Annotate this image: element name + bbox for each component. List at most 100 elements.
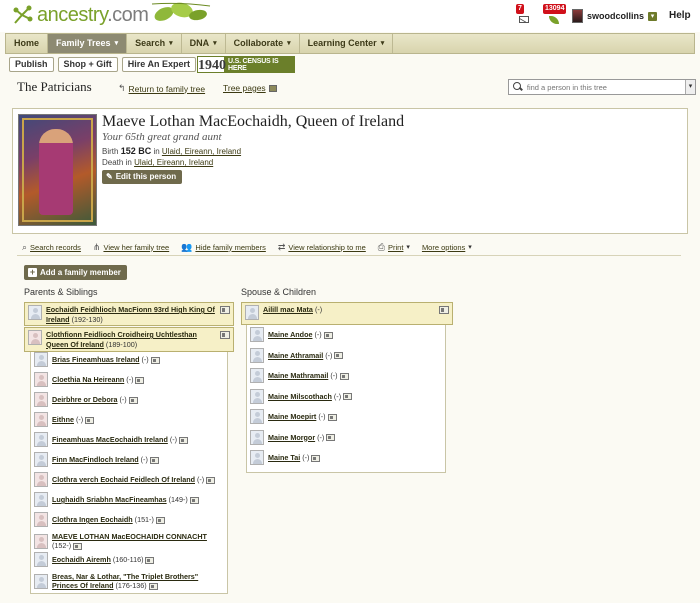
person-name-link[interactable]: MAEVE LOTHAN MacEOCHAIDH CONNACHT [52,532,207,541]
person-name-link[interactable]: Maine Athramail [268,351,323,360]
edit-person-button[interactable]: ✎ Edit this person [102,170,183,184]
person-name-link[interactable]: Fineamhuas MacEochaidh Ireland [52,435,168,444]
list-item[interactable]: Deirbhre or Debora (-) [34,392,224,407]
shop-gift-button[interactable]: Shop + Gift [57,57,118,72]
hire-expert-button[interactable]: Hire An Expert [121,57,196,72]
list-item[interactable]: Fineamhuas MacEochaidh Ireland (-) [34,432,224,447]
nav-item-dna[interactable]: DNA ▾ [182,34,226,53]
person-name-link[interactable]: Maine Tai [268,453,300,462]
action-view-her-family-tree[interactable]: ⋔ View her family tree [93,242,169,253]
action-more-options[interactable]: More options ▾ [422,243,472,252]
list-item[interactable]: Maine Tai (-) [250,450,442,465]
person-name-link[interactable]: Brias Fineamhuas Ireland [52,355,139,364]
hints-button[interactable]: 13094 [543,4,567,24]
person-name-link[interactable]: Cloethia Na Heireann [52,375,124,384]
list-item[interactable]: Maine Mathramail (-) [250,368,442,383]
profile-card-icon[interactable] [311,454,321,462]
list-item[interactable]: Maine Andoe (-) [250,327,442,342]
nav-item-collaborate[interactable]: Collaborate ▾ [226,34,300,53]
birth-place-link[interactable]: Ulaid, Eireann, Ireland [162,147,241,156]
list-item[interactable]: Eochaidh Airemh (160-116) [34,552,224,567]
person-portrait[interactable] [18,114,97,226]
person-name-link[interactable]: Lughaidh Sriabhn MacFineamhas [52,495,167,504]
profile-card-icon[interactable] [73,542,83,550]
list-item[interactable]: Eithne (-) [34,412,224,427]
profile-card-icon[interactable] [339,372,349,380]
add-family-member-button[interactable]: + Add a family member [24,265,127,280]
nav-item-search[interactable]: Search ▾ [127,34,182,53]
user-menu[interactable]: swoodcollins ▾ [572,8,658,24]
return-to-tree-label[interactable]: Return to family tree [129,84,206,94]
profile-card-icon[interactable] [148,582,158,590]
nav-item-home[interactable]: Home [6,34,49,53]
return-to-tree-link[interactable]: ↰ Return to family tree [118,83,205,94]
list-item[interactable]: Cloethia Na Heireann (-) [34,372,224,387]
profile-card-icon[interactable] [128,396,138,404]
profile-card-icon[interactable] [326,434,336,442]
publish-button[interactable]: Publish [9,57,54,72]
profile-card-icon[interactable] [145,556,155,564]
profile-card-icon[interactable] [323,331,333,339]
search-input[interactable] [526,82,686,92]
person-name-link[interactable]: Maine Andoe [268,330,312,339]
action-label[interactable]: Hide family members [195,243,265,252]
list-item[interactable]: Clothra verch Eochaid Feidlech Of Irelan… [34,472,224,487]
profile-card-icon[interactable] [135,376,145,384]
dropdown-icon[interactable] [268,84,277,92]
person-name-link[interactable]: Eithne [52,415,74,424]
action-hide-family-members[interactable]: 👥 Hide family members [181,242,266,253]
list-item[interactable]: Brias Fineamhuas Ireland (-) [34,352,224,367]
person-name-link[interactable]: Finn MacFindloch Ireland [52,455,139,464]
list-item[interactable]: Lughaidh Sriabhn MacFineamhas (149-) [34,492,224,507]
messages-button[interactable]: 7 [516,4,534,24]
profile-card-icon[interactable] [343,393,353,401]
ancestry-logo[interactable]: ancestry.com [12,4,149,26]
action-label[interactable]: View her family tree [103,243,169,252]
list-item[interactable]: Maine Moepirt (-) [250,409,442,424]
profile-card-icon[interactable] [149,456,159,464]
profile-card-icon[interactable] [150,356,160,364]
action-label[interactable]: Search records [30,243,81,252]
profile-card-icon[interactable] [327,413,337,421]
person-name-link[interactable]: Maine Moepirt [268,412,316,421]
profile-card-icon[interactable] [220,306,230,314]
action-label[interactable]: More options [422,243,465,252]
list-item[interactable]: Finn MacFindloch Ireland (-) [34,452,224,467]
family-member-card[interactable]: Clothfionn Feidlioch Croidheirg Uchtlest… [24,327,234,352]
list-item[interactable]: Maine Morgor (-) [250,429,442,445]
list-item[interactable]: Clothra Ingen Eochaidh (151-) [34,512,224,527]
profile-card-icon[interactable] [85,416,95,424]
profile-card-icon[interactable] [334,352,344,360]
list-item[interactable]: Maine Milscothach (-) [250,388,442,404]
profile-card-icon[interactable] [155,516,165,524]
person-name-link[interactable]: Maine Mathramail [268,371,328,380]
person-name-link[interactable]: Maine Milscothach [268,392,332,401]
death-place-link[interactable]: Ulaid, Eireann, Ireland [134,158,213,167]
action-view-relationship-to-me[interactable]: ⇄ View relationship to me [278,242,366,253]
list-item[interactable]: Maine Athramail (-) [250,347,442,363]
nav-item-family-trees[interactable]: Family Trees ▾ [48,34,128,53]
action-label[interactable]: Print [388,243,403,252]
census-banner[interactable]: 1940 U.S. CENSUS IS HERE [197,56,295,73]
action-search-records[interactable]: ⌕ Search records [22,242,81,253]
action-print[interactable]: ⎙ Print ▾ [378,242,410,253]
person-name-link[interactable]: Clothra Ingen Eochaidh [52,515,133,524]
nav-item-learning-center[interactable]: Learning Center ▾ [300,34,394,53]
action-label[interactable]: View relationship to me [288,243,365,252]
person-name-link[interactable]: Deirbhre or Debora [52,395,118,404]
profile-card-icon[interactable] [206,476,216,484]
chevron-down-icon[interactable]: ▾ [685,80,696,94]
tree-pages-link[interactable]: Tree pages [223,83,277,93]
profile-card-icon[interactable] [189,496,199,504]
tree-pages-label[interactable]: Tree pages [223,83,266,93]
person-name-link[interactable]: Eochaidh Airemh [52,555,111,564]
family-member-card[interactable]: Eochaidh Feidhlioch MacFionn 93rd High K… [24,302,234,326]
list-item[interactable]: MAEVE LOTHAN MacEOCHAIDH CONNACHT (152-) [34,532,224,550]
family-member-name-link[interactable]: Ailill mac Mata [263,305,313,314]
family-member-card[interactable]: Ailill mac Mata (-) [241,302,453,325]
profile-card-icon[interactable] [179,436,189,444]
profile-card-icon[interactable] [439,306,449,314]
list-item[interactable]: Breas, Nar & Lothar, "The Triplet Brothe… [34,572,224,590]
help-link[interactable]: Help [669,10,691,21]
person-name-link[interactable]: Maine Morgor [268,433,315,442]
